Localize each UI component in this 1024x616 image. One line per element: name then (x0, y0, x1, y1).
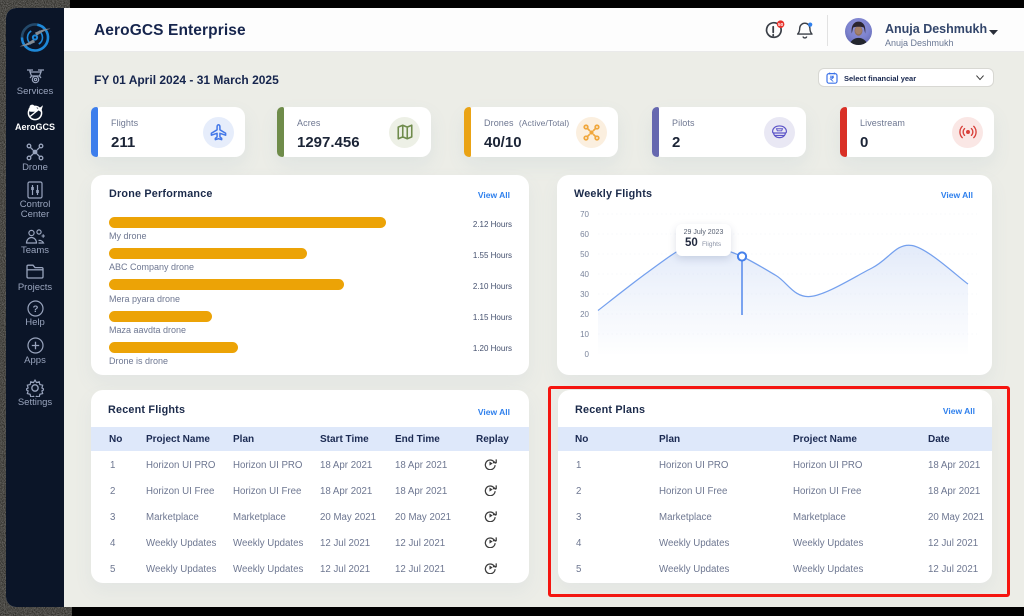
svg-text:?: ? (33, 304, 39, 315)
svg-text:50: 50 (778, 22, 784, 27)
